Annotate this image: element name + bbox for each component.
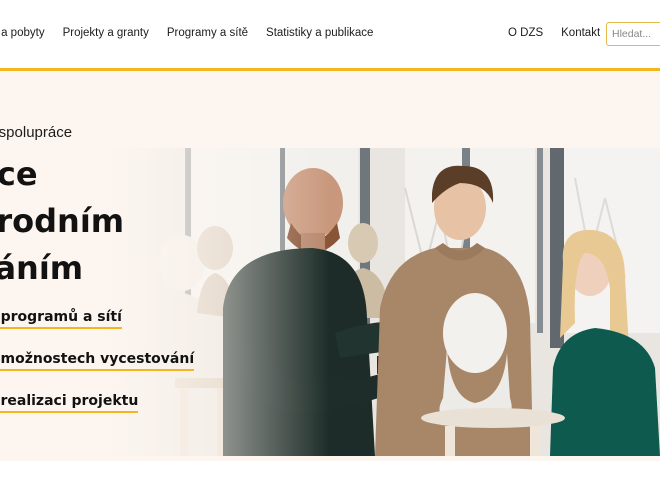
nav-item-statistics-publications[interactable]: Statistiky a publikace <box>266 27 373 39</box>
link-programs-networks[interactable]: 0 programů a sítí <box>0 309 122 329</box>
headline-line-1: odce <box>0 155 38 193</box>
nav-item-stays[interactable]: zdy a pobyty <box>0 27 45 39</box>
secondary-nav: O DZS Kontakt <box>508 27 600 39</box>
link-programs-networks-label: 0 programů a sítí <box>0 309 122 325</box>
link-mobility-options[interactable]: o možnostech vycestování <box>0 351 195 371</box>
hero-section: ní spolupráce <box>0 71 660 461</box>
nav-item-projects-grants[interactable]: Projekty a granty <box>63 27 149 39</box>
headline-line-2: národním <box>0 202 125 240</box>
link-underline <box>0 411 139 413</box>
link-underline <box>0 369 195 371</box>
headline-line-3: áváním <box>0 249 84 287</box>
nav-item-contact[interactable]: Kontakt <box>561 27 600 39</box>
link-project-implementation-label: o realizaci projektu <box>0 393 139 409</box>
page-bottom <box>0 461 660 500</box>
link-mobility-options-label: o možnostech vycestování <box>0 351 195 367</box>
search-input[interactable] <box>606 22 660 46</box>
link-project-implementation[interactable]: o realizaci projektu <box>0 393 139 413</box>
nav-item-about[interactable]: O DZS <box>508 27 543 39</box>
site-header: zdy a pobyty Projekty a granty Programy … <box>0 0 660 68</box>
hero-headline: odce národním áváním <box>0 151 124 292</box>
main-nav: zdy a pobyty Projekty a granty Programy … <box>0 27 373 39</box>
nav-item-programs-networks[interactable]: Programy a sítě <box>167 27 248 39</box>
link-underline <box>0 327 122 329</box>
hero-kicker: ní spolupráce <box>0 124 73 141</box>
